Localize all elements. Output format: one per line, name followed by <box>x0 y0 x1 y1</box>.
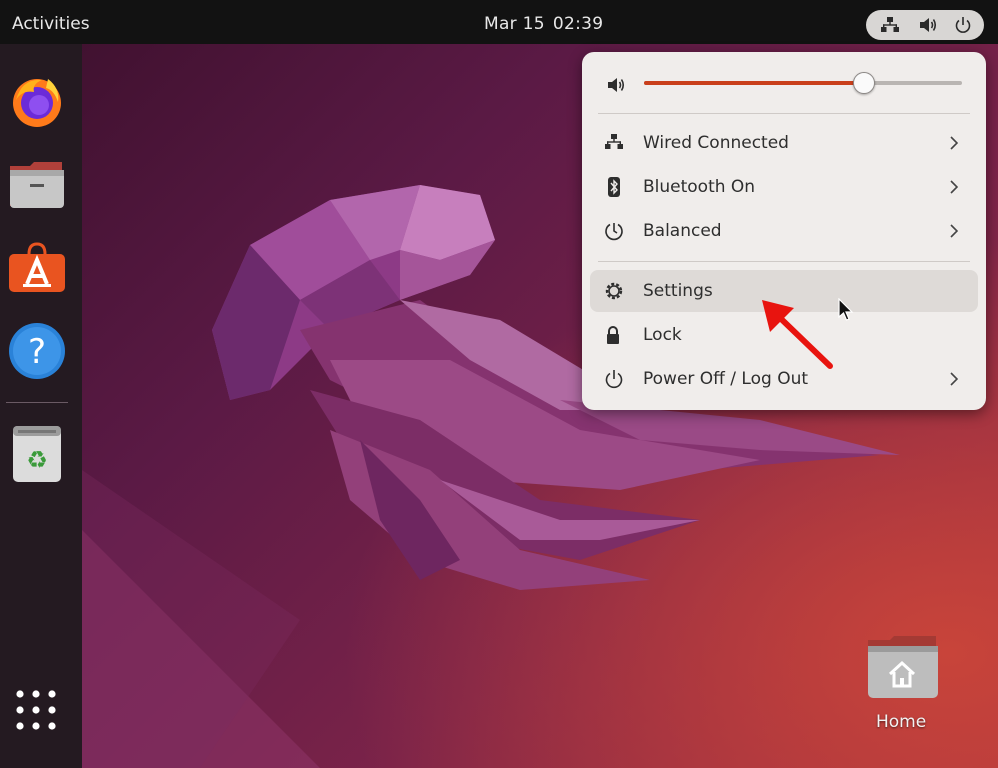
home-folder-label: Home <box>876 712 927 732</box>
menu-item-label: Balanced <box>643 221 722 241</box>
chevron-right-icon <box>950 371 959 391</box>
top-bar: Activities Mar 15 02:39 <box>0 0 998 44</box>
bluetooth-icon <box>604 177 624 202</box>
dock: ? ♻ <box>0 44 82 768</box>
firefox-icon[interactable] <box>8 72 66 130</box>
volume-slider-handle[interactable] <box>853 72 876 94</box>
menu-item-label: Settings <box>643 281 713 301</box>
lock-icon <box>604 325 622 350</box>
menu-item-wired-connected[interactable]: Wired Connected <box>590 122 978 164</box>
menu-item-bluetooth[interactable]: Bluetooth On <box>590 166 978 208</box>
annotation-arrow-icon <box>762 300 833 369</box>
network-wired-icon <box>880 16 900 39</box>
menu-divider <box>598 261 970 262</box>
clock-time: 02:39 <box>552 14 604 34</box>
speaker-icon <box>606 76 626 98</box>
app-grid-icon[interactable] <box>14 688 72 746</box>
menu-item-label: Lock <box>643 325 682 345</box>
chevron-right-icon <box>950 223 959 243</box>
help-icon[interactable]: ? <box>8 322 66 380</box>
menu-item-label: Wired Connected <box>643 133 789 153</box>
volume-slider[interactable] <box>644 72 962 94</box>
network-wired-icon <box>604 133 624 156</box>
system-status-menu-button[interactable] <box>866 10 984 40</box>
clock-button[interactable]: Mar 15 02:39 <box>484 14 603 34</box>
software-store-icon[interactable] <box>8 240 66 298</box>
home-folder-icon[interactable] <box>866 634 938 698</box>
menu-item-label: Bluetooth On <box>643 177 756 197</box>
chevron-right-icon <box>950 135 959 155</box>
speaker-icon <box>918 16 938 39</box>
trash-icon[interactable]: ♻ <box>8 424 66 482</box>
dock-separator <box>6 402 68 403</box>
volume-slider-fill <box>644 81 864 85</box>
chevron-right-icon <box>950 179 959 199</box>
gear-icon <box>604 281 624 306</box>
menu-divider <box>598 113 970 114</box>
power-profile-icon <box>604 221 624 246</box>
power-icon <box>954 16 972 39</box>
power-icon <box>604 369 624 394</box>
svg-text:?: ? <box>28 332 46 372</box>
files-icon[interactable] <box>8 156 66 214</box>
mouse-pointer-icon <box>838 298 854 321</box>
menu-item-power-profile[interactable]: Balanced <box>590 210 978 252</box>
svg-text:♻: ♻ <box>26 446 48 474</box>
clock-date: Mar 15 <box>484 14 545 34</box>
activities-button[interactable]: Activities <box>12 14 90 34</box>
